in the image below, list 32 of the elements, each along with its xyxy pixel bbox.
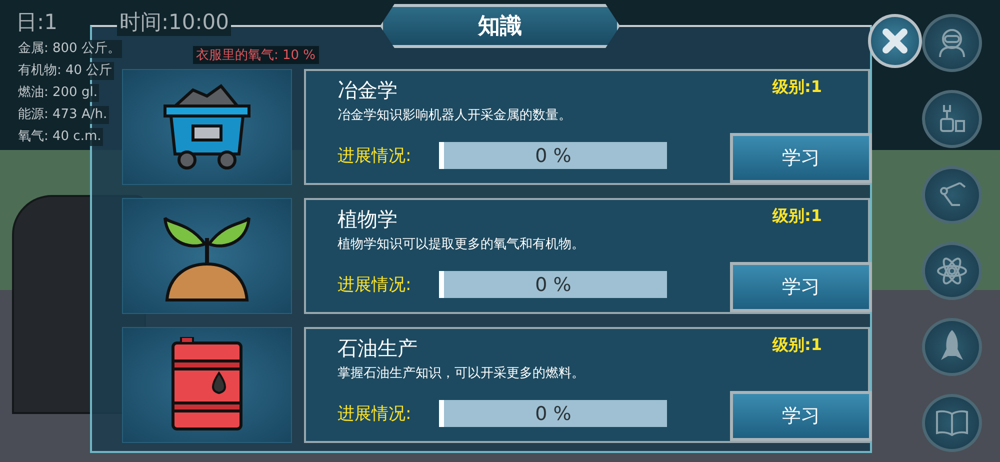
study-button[interactable]: 学习 xyxy=(730,262,872,312)
oil-barrel-icon xyxy=(168,337,245,433)
book-icon xyxy=(935,409,969,437)
resource-text: 有机物: 40 公斤 xyxy=(16,62,114,80)
progress-percent: 0 % xyxy=(535,274,572,296)
study-button[interactable]: 学习 xyxy=(730,391,872,441)
skill-name: 石油生产 xyxy=(338,335,418,362)
atom-icon xyxy=(936,255,968,287)
skill-name: 冶金学 xyxy=(338,77,398,104)
progress-label: 进展情况: xyxy=(338,274,412,296)
resource-text: 燃油: 200 gl. xyxy=(16,84,100,102)
dialog-title: 知識 xyxy=(380,4,620,48)
close-icon xyxy=(881,27,909,55)
skill-level: 级别:1 xyxy=(772,206,822,227)
resource-text: 金属: 800 公斤。 xyxy=(16,40,122,58)
skill-name: 植物学 xyxy=(338,206,398,233)
progress-percent: 0 % xyxy=(535,144,572,166)
skill-description: 冶金学知识影响机器人开采金属的数量。 xyxy=(338,107,573,124)
skill-description: 掌握石油生产知识，可以开采更多的燃料。 xyxy=(338,365,586,382)
resource-text: 氧气: 40 c.m. xyxy=(16,128,104,146)
day-counter: 日:1 xyxy=(16,9,58,36)
progress-label: 进展情况: xyxy=(338,403,412,425)
close-button[interactable] xyxy=(868,14,922,68)
resource-text: 能源: 473 A/h. xyxy=(16,106,110,124)
skill-description: 植物学知识可以提取更多的氧气和有机物。 xyxy=(338,236,586,253)
progress-percent: 0 % xyxy=(535,402,572,424)
skill-level: 级别:1 xyxy=(772,77,822,98)
progress-label: 进展情况: xyxy=(338,145,412,167)
study-button[interactable]: 学习 xyxy=(730,133,872,183)
oxygen-warning: 衣服里的氧气: 10 % xyxy=(193,46,319,64)
skill-level: 级别:1 xyxy=(772,335,822,356)
astronaut-icon xyxy=(936,27,968,59)
